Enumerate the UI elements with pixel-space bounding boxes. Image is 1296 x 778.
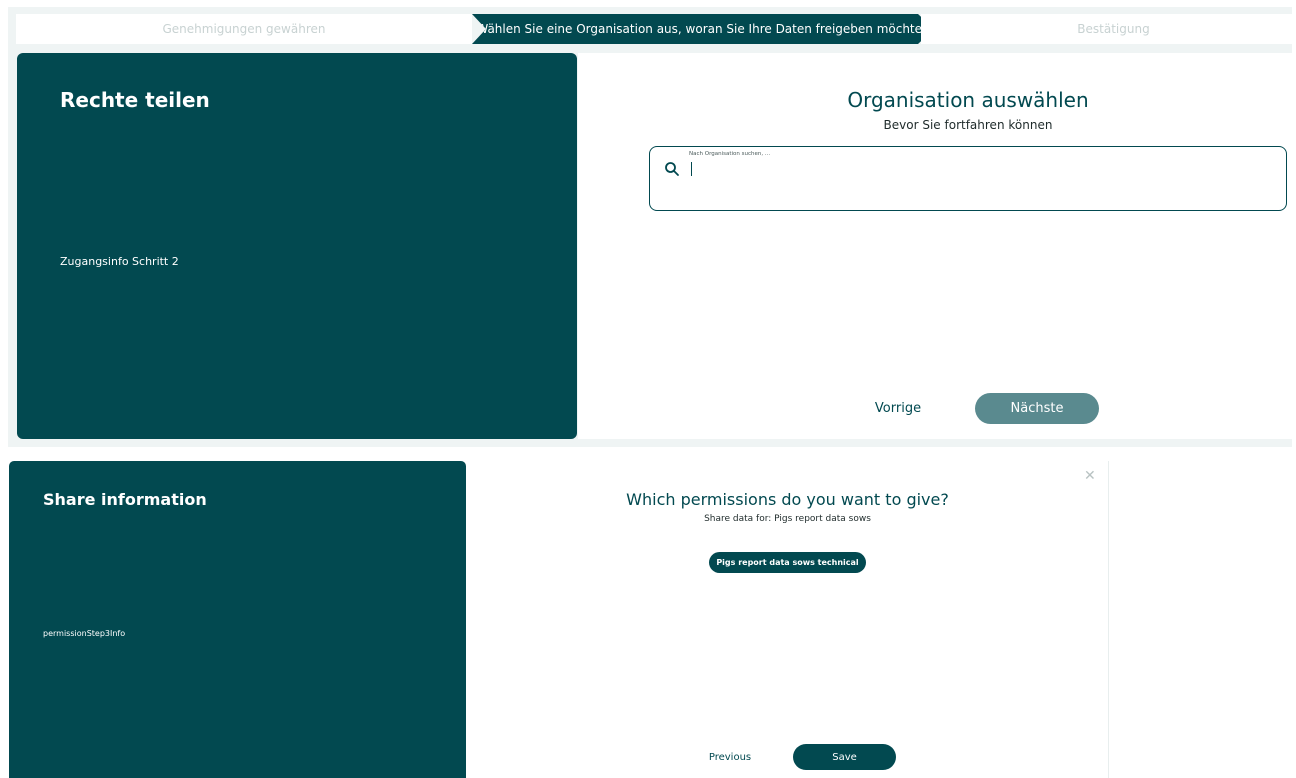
info-card-text: Zugangsinfo Schritt 2 — [60, 255, 179, 268]
step-select-organisation[interactable]: Wählen Sie eine Organisation aus, woran … — [472, 14, 934, 44]
organisation-search-input[interactable]: Nach Organisation suchen, ... — [649, 146, 1287, 211]
dialog-title: Which permissions do you want to give? — [626, 490, 949, 509]
next-button[interactable]: Nächste — [975, 393, 1099, 424]
close-icon[interactable]: ✕ — [1084, 468, 1096, 484]
search-icon — [665, 162, 679, 176]
dialog-subtitle: Share data for: Pigs report data sows — [704, 514, 871, 524]
info-card: Rechte teilen Zugangsinfo Schritt 2 — [17, 53, 577, 439]
text-cursor — [691, 162, 692, 176]
save-button[interactable]: Save — [793, 744, 896, 770]
page-subtitle: Bevor Sie fortfahren können — [883, 118, 1053, 132]
organisation-select-panel: Organisation auswählen Bevor Sie fortfah… — [578, 53, 1292, 439]
share-info-title: Share information — [43, 490, 207, 509]
page-title: Organisation auswählen — [847, 88, 1089, 112]
share-info-text: permissionStep3Info — [43, 629, 126, 638]
top-permission-panel: Genehmigungen gewähren Wählen Sie eine O… — [8, 7, 1292, 447]
previous-button[interactable]: Previous — [700, 747, 760, 767]
step-confirmation[interactable]: Bestätigung — [921, 14, 1292, 44]
search-input-label: Nach Organisation suchen, ... — [689, 151, 771, 157]
permissions-dialog: ✕ Which permissions do you want to give?… — [466, 461, 1109, 778]
previous-button[interactable]: Vorrige — [868, 394, 928, 422]
stepper: Genehmigungen gewähren Wählen Sie eine O… — [16, 14, 1292, 44]
info-card-title: Rechte teilen — [60, 88, 210, 112]
permission-chip[interactable]: Pigs report data sows technical — [709, 552, 866, 573]
share-info-card: Share information permissionStep3Info — [9, 461, 466, 778]
step-grant-permissions[interactable]: Genehmigungen gewähren — [16, 14, 472, 44]
